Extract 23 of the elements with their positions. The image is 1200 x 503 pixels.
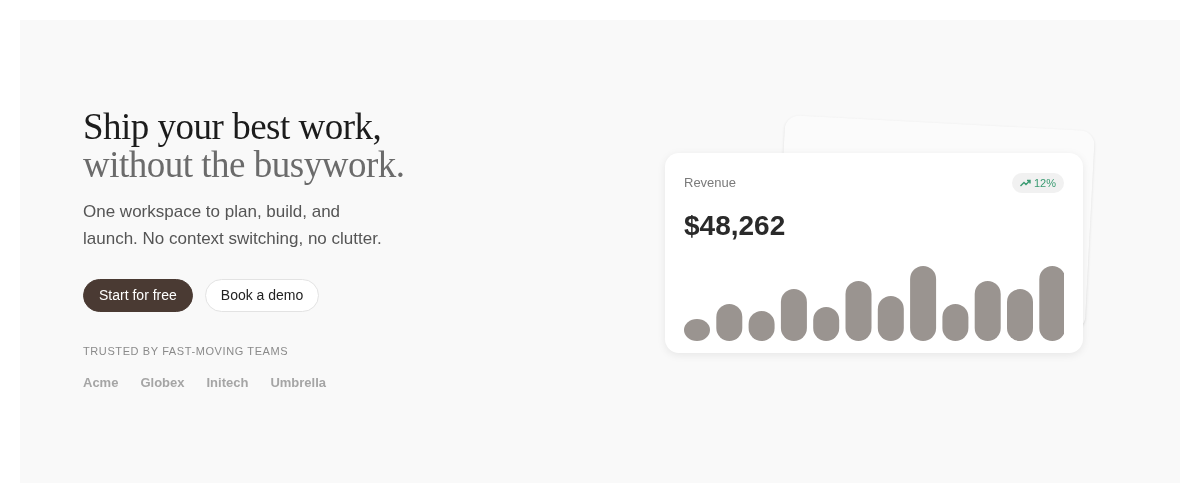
sparkline-bar [780,289,807,341]
company-logo: Umbrella [270,373,327,392]
company-logo: Initech [206,373,249,392]
revenue-value: $48,262 [684,209,787,243]
demo-button[interactable]: Book a demo [204,279,320,312]
change-badge: 12% [1011,173,1064,193]
hero-subtitle: One workspace to plan, build, and launch. No context switching, no clutter. [83,201,383,250]
sparkline-bar [942,304,969,341]
sparkline-bar [748,311,775,341]
sparkline-bar [684,319,710,341]
sparkline-bar [1007,289,1033,341]
sparkline-bar [974,281,1001,341]
sparkline-bar [716,304,743,341]
company-logo: Acme [83,373,119,392]
trend-up-icon [1019,179,1031,187]
sparkline-bar [845,281,872,341]
sparkline-bar [813,307,840,341]
trusted-label: TRUSTED BY FAST-MOVING TEAMS [83,344,290,359]
card-label: Revenue [684,174,737,193]
hero-title: Ship your best work, without the busywork. [83,108,406,184]
start-button[interactable]: Start for free [83,279,193,312]
sparkline-bar [877,296,904,341]
company-logo: Globex [140,373,185,392]
